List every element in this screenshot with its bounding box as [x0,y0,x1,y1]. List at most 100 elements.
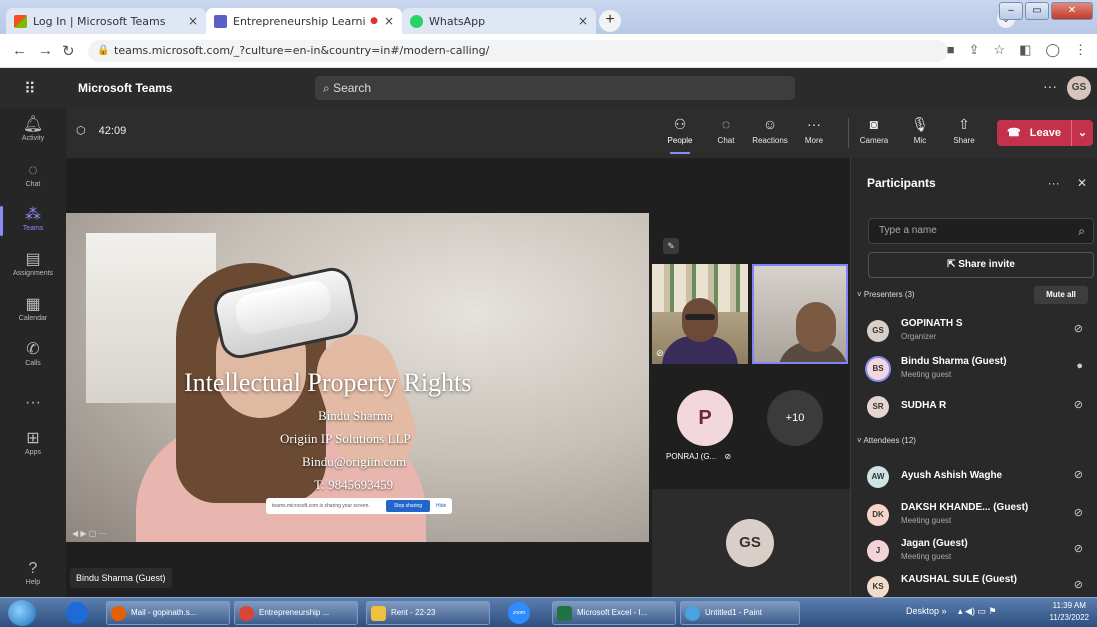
reactions-button[interactable]: ☺ Reactions [746,114,794,145]
rail-item-apps[interactable]: ⊞ Apps [0,430,66,456]
flag-icon[interactable]: ⚑ [989,606,997,616]
rail-item-assignments[interactable]: ▤ Assignments [0,251,66,277]
chat-icon: ◌ [28,162,38,179]
settings-more-icon[interactable]: ··· [1043,78,1057,94]
volume-icon[interactable]: ◀) [965,606,975,616]
share-invite-button[interactable]: ⇱ Share invite [868,252,1094,278]
video-tile-participant-2[interactable] [752,264,848,364]
mute-all-button[interactable]: Mute all [1034,286,1088,304]
more-options-icon[interactable]: ··· [1048,176,1060,190]
browser-menu-icon[interactable]: ⋮ [1074,42,1087,58]
start-button[interactable] [8,600,36,626]
share-page-icon[interactable]: ⇪ [969,42,980,58]
tab-whatsapp[interactable]: WhatsApp × [402,8,596,34]
assignments-icon: ▤ [25,251,41,268]
taskbar-item-excel[interactable]: Microsoft Excel - I... [552,601,676,625]
hide-button[interactable]: Hide [436,498,446,514]
button-label: Mic [913,136,927,145]
taskbar-item-rent[interactable]: Rent - 22-23 [366,601,490,625]
internet-explorer-icon[interactable] [66,602,88,624]
phone-icon: ✆ [26,341,40,358]
rail-item-activity[interactable]: 🔔︎ Activity [0,116,66,142]
participant-row[interactable]: J Jagan (Guest) Meeting guest ⊘ [867,534,1087,570]
address-bar: ← → ↻ 🔒 teams.microsoft.com/_?culture=en… [0,34,1097,68]
url-field[interactable]: 🔒 teams.microsoft.com/_?culture=en-in&co… [88,40,948,62]
close-icon[interactable]: ✕ [1077,176,1087,190]
new-tab-button[interactable]: + [599,10,621,32]
tab-entrepreneurship[interactable]: Entrepreneurship Learning S ● × [206,8,402,34]
participant-search-input[interactable]: Type a name ⌕ [868,218,1094,244]
video-tile-participant-1[interactable]: ⊘ [652,264,748,364]
bookmark-star-icon[interactable]: ☆ [993,42,1005,58]
user-avatar[interactable]: GS [1067,76,1091,100]
taskbar-item-chrome[interactable]: Entrepreneurship ... [234,601,358,625]
more-participants-button[interactable]: +10 [767,390,823,446]
share-button[interactable]: ⇧ Share [940,114,988,145]
forward-icon[interactable]: → [38,42,53,59]
rail-item-teams[interactable]: ⁂ Teams [0,206,66,236]
slide-email: Bindu@origiin.com [302,454,407,469]
participant-row[interactable]: BS Bindu Sharma (Guest) Meeting guest ● [867,352,1087,388]
taskbar-item-mail[interactable]: Mail - gopinath.s... [106,601,230,625]
zoom-icon[interactable]: zoom [508,602,530,624]
participant-row[interactable]: SR SUDHA R ⊘ [867,390,1087,426]
browser-tab-bar: Log In | Microsoft Teams × Entrepreneurs… [0,0,1097,34]
close-icon[interactable]: × [188,14,198,28]
clock-time: 11:39 AM [1052,601,1086,610]
close-icon[interactable]: × [578,14,588,28]
rail-item-calendar[interactable]: ▦ Calendar [0,296,66,322]
app-launcher-icon[interactable]: ⠿ [24,79,36,99]
people-button[interactable]: ⚇ People [656,114,704,154]
maximize-icon[interactable]: ▭ [1025,2,1049,20]
minimize-icon[interactable]: – [999,2,1023,20]
rail-item-help[interactable]: ? Help [0,560,66,586]
presenters-section-header[interactable]: ˅ Presenters (3) [857,290,915,299]
participant-name: KAUSHAL SULE (Guest) [901,574,1017,585]
profile-icon[interactable]: ◯ [1045,42,1060,58]
slide-controls[interactable]: ◀ ▶ ▢ ⋯ [72,529,107,538]
participant-avatar: SR [867,396,889,418]
leave-button[interactable]: ☎ Leave ⌄ [997,120,1093,146]
teams-icon: ⁂ [25,206,41,223]
meeting-stage: Intellectual Property Rights Bindu Sharm… [66,158,850,597]
network-icon[interactable]: ▭ [977,606,986,616]
participant-name: PONRAJ (G... [666,452,717,461]
rail-item-chat[interactable]: ◌ Chat [0,162,66,188]
search-input[interactable]: ⌕ Search [315,76,795,100]
tray-arrow-icon[interactable]: ▴ [958,606,963,616]
slide-company: Origiin IP Solutions LLP [280,431,411,446]
participant-row[interactable]: AW Ayush Ashish Waghe ⊘ [867,460,1087,496]
slide-presenter-name: Bindu Sharma [318,408,393,423]
participant-avatar-p[interactable]: P [677,390,733,446]
mic-off-icon: ⊘ [1073,543,1083,555]
sidebar-icon[interactable]: ◧ [1019,42,1031,58]
camera-button[interactable]: ◙ Camera [850,114,898,145]
chat-button[interactable]: ◌ Chat [702,114,750,145]
participant-name: Ayush Ashish Waghe [901,470,1003,481]
self-video-tile[interactable]: GS [652,489,850,597]
attendees-section-header[interactable]: ˅ Attendees (12) [857,436,916,445]
rail-more-icon[interactable]: ··· [0,394,66,412]
stop-sharing-button[interactable]: Stop sharing [386,500,430,512]
more-button[interactable]: ··· More [790,114,838,145]
taskbar-item-paint[interactable]: Untitled1 - Paint [680,601,800,625]
mic-button[interactable]: 🎙︎ Mic [896,114,944,145]
participant-row[interactable]: GS GOPINATH S Organizer ⊘ [867,314,1087,350]
rail-item-calls[interactable]: ✆ Calls [0,341,66,367]
folder-icon [371,606,386,621]
back-icon[interactable]: ← [12,42,27,59]
bell-icon: 🔔︎ [22,116,44,133]
camera-permission-icon[interactable]: ■ [947,42,955,58]
desktop-toolbar[interactable]: Desktop » [906,606,947,616]
participant-row[interactable]: DK DAKSH KHANDE... (Guest) Meeting guest… [867,498,1087,534]
rail-label: Activity [21,135,45,142]
pin-icon[interactable]: ✎ [663,238,679,254]
tab-teams-login[interactable]: Log In | Microsoft Teams × [6,8,206,34]
calendar-icon: ▦ [25,296,41,313]
chrome-icon [239,606,254,621]
clock[interactable]: 11:39 AM 11/23/2022 [1050,600,1089,624]
reload-icon[interactable]: ↻ [62,42,75,60]
close-window-icon[interactable]: ✕ [1051,2,1093,20]
close-icon[interactable]: × [384,14,394,28]
chevron-down-icon[interactable]: ⌄ [1071,120,1093,146]
